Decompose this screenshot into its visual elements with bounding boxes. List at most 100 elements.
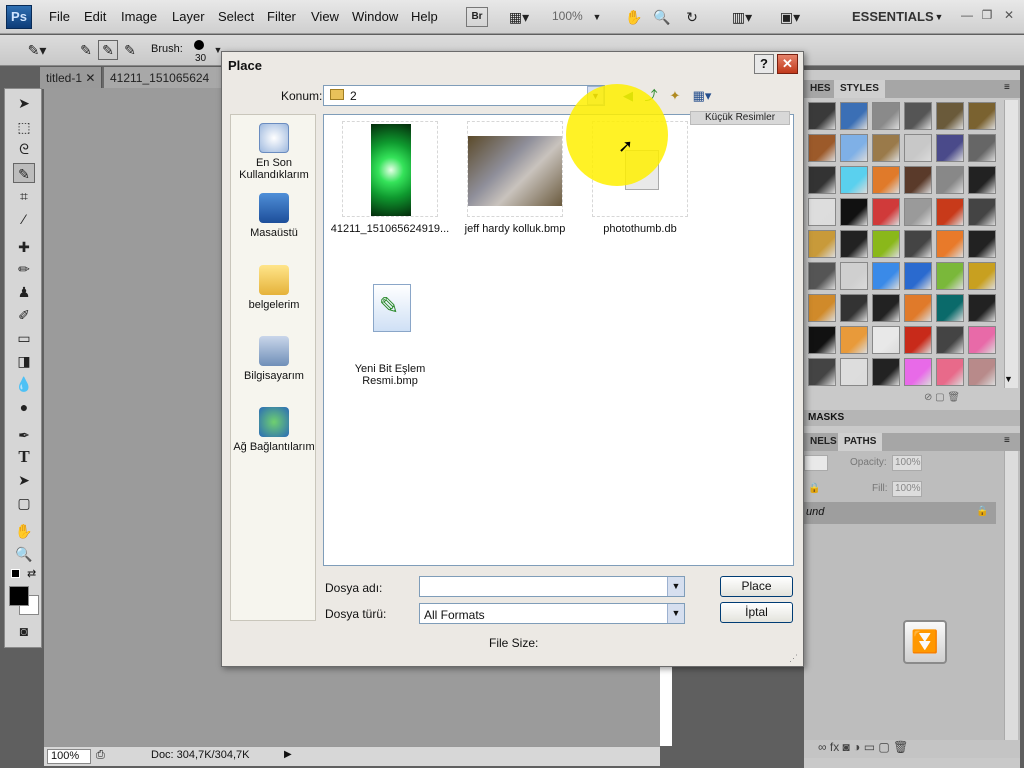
lasso-tool-icon[interactable]: ᘓ — [13, 139, 35, 159]
menu-filter[interactable]: Filter — [267, 9, 296, 24]
style-swatch[interactable] — [840, 230, 868, 258]
quick-mask-icon[interactable]: ◙ — [13, 621, 35, 641]
chevron-down-icon[interactable]: ▼ — [667, 604, 684, 623]
style-swatch[interactable] — [968, 102, 996, 130]
menu-layer[interactable]: Layer — [172, 9, 205, 24]
doc-tab-image[interactable]: 41211_151065624 — [104, 67, 224, 89]
blend-mode-select[interactable] — [804, 455, 828, 471]
style-swatch[interactable] — [904, 326, 932, 354]
style-swatch[interactable] — [840, 166, 868, 194]
place-recent[interactable]: En Son Kullandıklarım — [231, 123, 317, 181]
help-button[interactable]: ? — [754, 54, 774, 74]
zoom-icon[interactable]: 🔍 — [652, 7, 672, 27]
place-desktop[interactable]: Masaüstü — [231, 193, 317, 239]
style-swatch[interactable] — [872, 294, 900, 322]
crop-tool-icon[interactable]: ⌗ — [13, 186, 35, 206]
type-tool-icon[interactable]: T — [13, 447, 35, 467]
subtract-selection-icon[interactable]: ✎ — [120, 40, 140, 60]
style-swatch[interactable] — [936, 198, 964, 226]
chevron-down-icon[interactable]: ▼ — [667, 577, 684, 596]
layer-buttons-icon[interactable]: ∞ fx ◙ ◑ ▭ ▢ 🗑 — [818, 740, 908, 754]
style-swatch[interactable] — [968, 358, 996, 386]
restore-icon[interactable]: ❐ — [978, 8, 996, 24]
workspace-dropdown-icon[interactable]: ▼ — [933, 7, 945, 27]
style-swatch[interactable] — [936, 134, 964, 162]
tool-preset-picker-icon[interactable]: ✎▾ — [20, 40, 54, 60]
close-dialog-button[interactable]: ✕ — [777, 54, 798, 74]
style-swatch[interactable] — [936, 358, 964, 386]
status-zoom[interactable]: 100% — [47, 749, 91, 764]
default-colors-icon[interactable] — [11, 569, 20, 578]
lock-icon[interactable]: 🔒 — [808, 483, 820, 494]
zoom-tool-icon[interactable]: 🔍 — [13, 544, 35, 564]
style-swatch[interactable] — [872, 230, 900, 258]
style-swatch[interactable] — [840, 198, 868, 226]
place-button[interactable]: Place — [720, 576, 793, 597]
delete-style-icon[interactable]: ⊘ ▢ 🗑 — [924, 392, 960, 403]
style-swatch[interactable] — [968, 230, 996, 258]
place-computer[interactable]: Bilgisayarım — [231, 336, 317, 382]
style-swatch[interactable] — [872, 198, 900, 226]
style-swatch[interactable] — [872, 326, 900, 354]
style-swatch[interactable] — [936, 262, 964, 290]
rotate-view-icon[interactable]: ↻ — [682, 7, 702, 27]
style-swatch[interactable] — [808, 326, 836, 354]
foreground-color-swatch[interactable] — [9, 586, 29, 606]
file-item-new-bitmap[interactable]: ✎ Yeni Bit Eşlem Resmi.bmp — [327, 261, 453, 387]
style-swatch[interactable] — [904, 358, 932, 386]
style-swatch[interactable] — [808, 134, 836, 162]
panel-collapse-icon[interactable]: ⏬ — [903, 620, 947, 664]
style-swatch[interactable] — [808, 358, 836, 386]
add-to-selection-icon[interactable]: ✎ — [98, 40, 118, 60]
view-extras-icon[interactable]: ▦▾ — [502, 7, 536, 27]
style-swatch[interactable] — [872, 102, 900, 130]
fill-field[interactable]: 100% — [892, 481, 922, 497]
quick-selection-tool-icon[interactable]: ✎ — [13, 163, 35, 183]
style-swatch[interactable] — [968, 294, 996, 322]
style-swatch[interactable] — [840, 134, 868, 162]
panel-menu-icon[interactable]: ≡ — [1004, 82, 1010, 93]
style-swatch[interactable] — [968, 198, 996, 226]
style-swatch[interactable] — [904, 230, 932, 258]
shape-tool-icon[interactable]: ▢ — [13, 493, 35, 513]
status-arrow-icon[interactable]: ▶ — [284, 749, 292, 760]
resize-grip-icon[interactable]: ⋰ — [789, 653, 798, 664]
tab-swatches[interactable]: HES — [804, 80, 837, 98]
style-swatch[interactable] — [936, 166, 964, 194]
style-swatch[interactable] — [872, 358, 900, 386]
style-swatch[interactable] — [808, 230, 836, 258]
style-swatch[interactable] — [904, 262, 932, 290]
close-app-icon[interactable]: ✕ — [1000, 8, 1018, 24]
style-swatch[interactable] — [872, 166, 900, 194]
style-swatch[interactable] — [904, 102, 932, 130]
move-tool-icon[interactable]: ➤ — [13, 93, 35, 113]
file-name-input[interactable]: ▼ — [419, 576, 685, 597]
place-network[interactable]: Ağ Bağlantılarım — [231, 407, 317, 453]
healing-brush-tool-icon[interactable]: ✚ — [13, 237, 35, 257]
opacity-field[interactable]: 100% — [892, 455, 922, 471]
clone-stamp-tool-icon[interactable]: ♟ — [13, 282, 35, 302]
layers-scrollbar[interactable] — [1004, 451, 1018, 740]
view-menu-icon[interactable]: ▦▾ — [690, 87, 714, 105]
style-swatch[interactable] — [840, 102, 868, 130]
hand-icon[interactable]: ✋ — [624, 7, 644, 27]
style-swatch[interactable] — [808, 198, 836, 226]
menu-select[interactable]: Select — [218, 9, 254, 24]
status-icon[interactable]: ⎙ — [96, 749, 105, 762]
style-swatch[interactable] — [904, 166, 932, 194]
file-list[interactable]: 41211_151065624919... jeff hardy kolluk.… — [323, 114, 794, 566]
style-swatch[interactable] — [904, 294, 932, 322]
style-swatch[interactable] — [936, 294, 964, 322]
document-canvas[interactable] — [660, 660, 672, 746]
style-swatch[interactable] — [936, 326, 964, 354]
styles-scrollbar[interactable] — [1004, 100, 1018, 388]
style-swatch[interactable] — [840, 294, 868, 322]
style-swatch[interactable] — [936, 230, 964, 258]
layers-menu-icon[interactable]: ≡ — [1004, 435, 1010, 446]
bridge-button[interactable]: Br — [466, 7, 488, 27]
style-swatch[interactable] — [840, 262, 868, 290]
file-item-image[interactable]: 41211_151065624919... — [327, 121, 453, 235]
hand-tool-icon[interactable]: ✋ — [13, 521, 35, 541]
brush-preview-icon[interactable] — [194, 40, 204, 50]
tab-styles[interactable]: STYLES — [834, 80, 885, 98]
